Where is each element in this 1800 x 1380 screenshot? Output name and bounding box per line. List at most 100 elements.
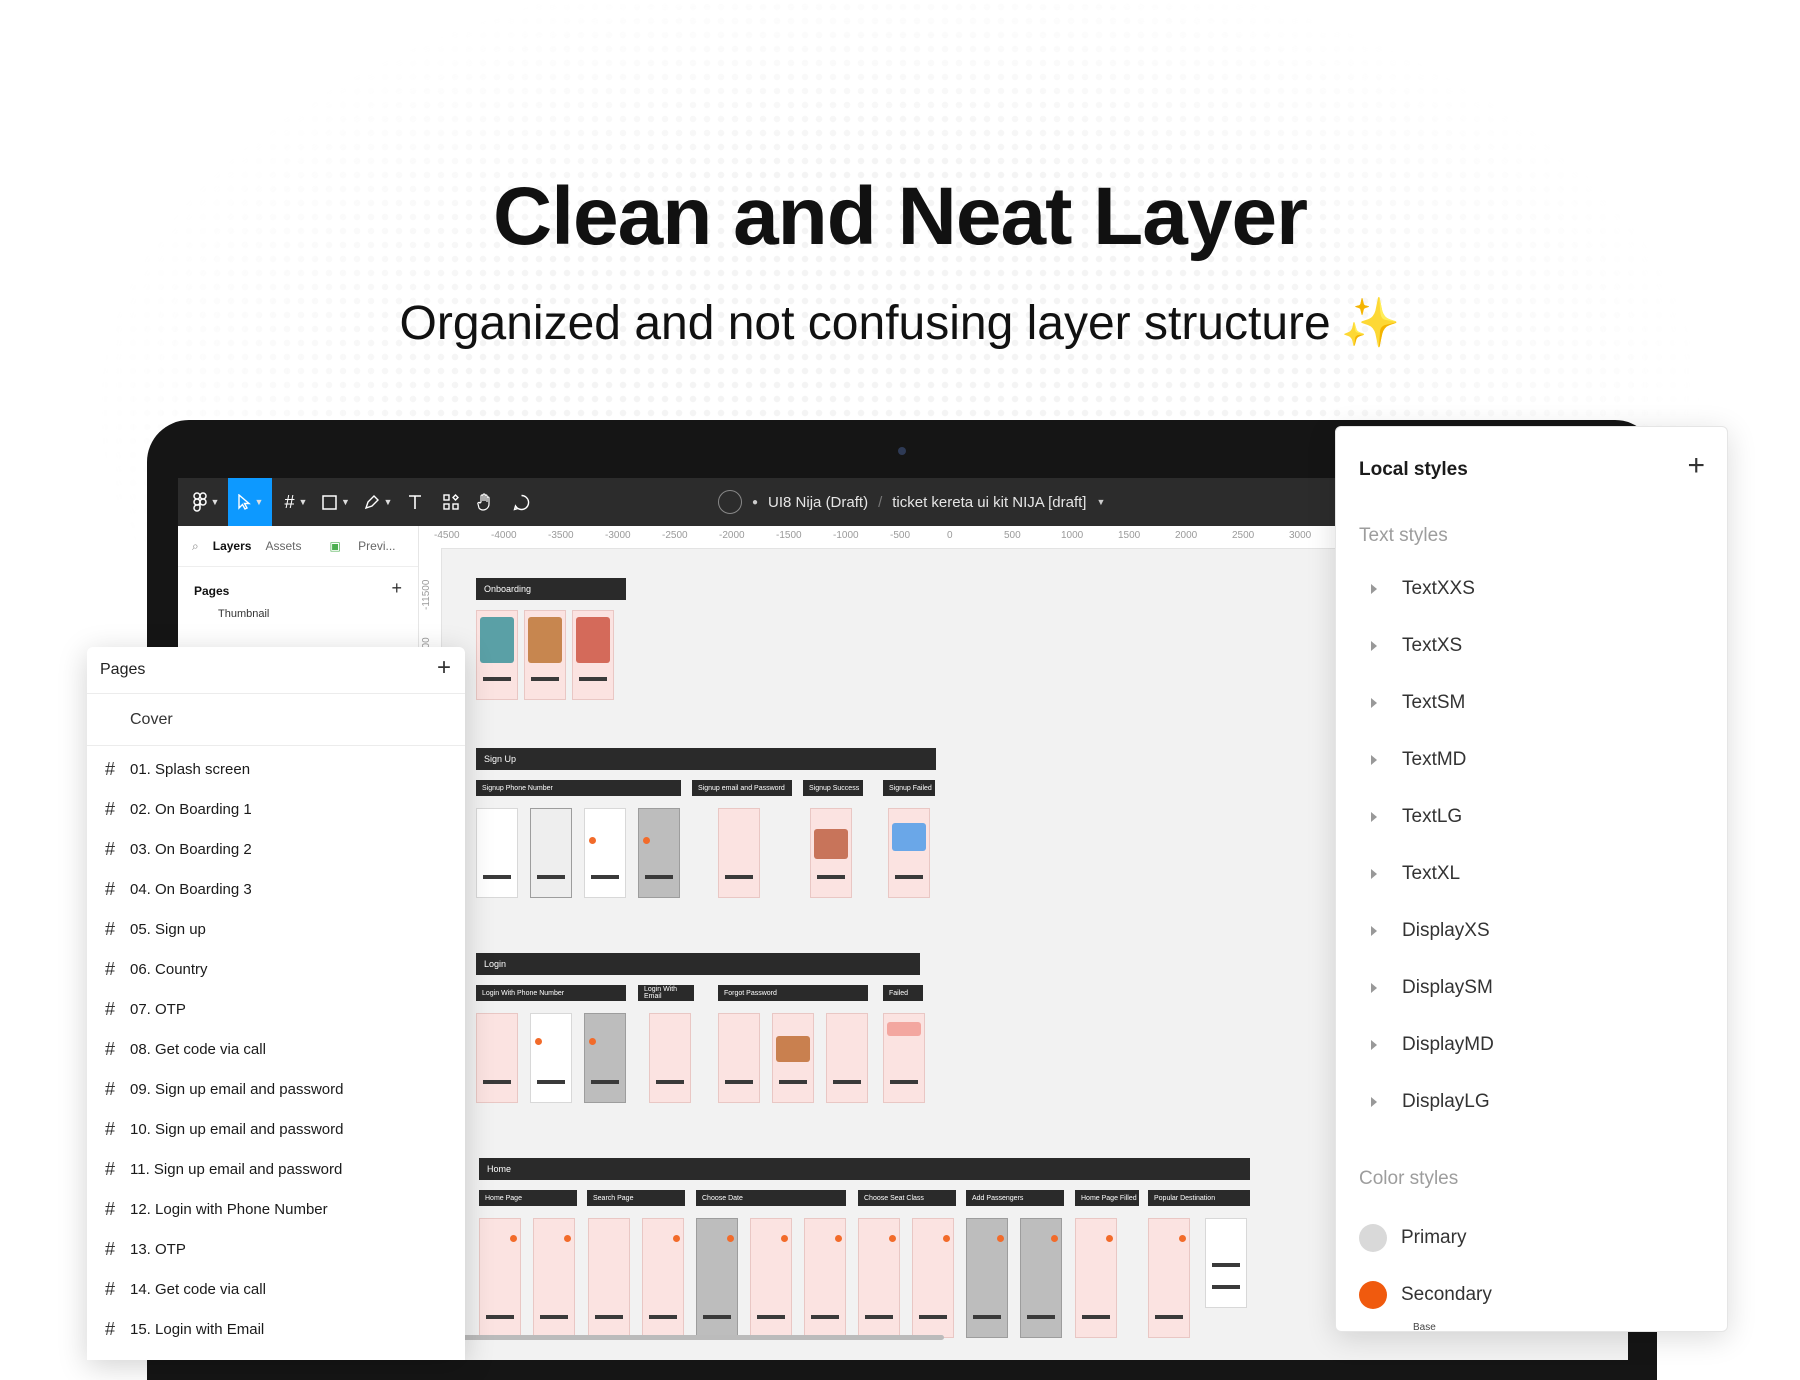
page-item[interactable]: #09. Sign up email and password <box>87 1073 465 1105</box>
subsection-choose-seat[interactable]: Choose Seat Class <box>858 1190 956 1206</box>
frame-thumbnail[interactable] <box>826 1013 868 1103</box>
search-icon[interactable]: ⌕ <box>192 539 199 554</box>
subsection-signup-success[interactable]: Signup Success <box>803 780 863 796</box>
frame-thumbnail[interactable] <box>966 1218 1008 1338</box>
frame-thumbnail[interactable] <box>696 1218 738 1338</box>
text-style-item[interactable]: TextXS <box>1336 626 1727 666</box>
frame-tool-button[interactable]: # ▼ <box>278 478 314 526</box>
subsection-login-email[interactable]: Login With Email <box>638 985 694 1001</box>
caret-right-icon[interactable] <box>1371 812 1377 822</box>
frame-thumbnail[interactable] <box>530 808 572 898</box>
frame-thumbnail[interactable] <box>638 808 680 898</box>
page-item[interactable]: #05. Sign up <box>87 913 465 945</box>
page-item[interactable]: #04. On Boarding 3 <box>87 873 465 905</box>
frame-thumbnail[interactable] <box>572 610 614 700</box>
frame-thumbnail[interactable] <box>718 808 760 898</box>
page-item[interactable]: #06. Country <box>87 953 465 985</box>
shape-tool-button[interactable]: ▼ <box>318 478 354 526</box>
frame-thumbnail[interactable] <box>584 808 626 898</box>
section-login[interactable]: Login <box>476 953 920 975</box>
frame-thumbnail[interactable] <box>718 1013 760 1103</box>
page-item[interactable]: #10. Sign up email and password <box>87 1113 465 1145</box>
subsection-home-filled[interactable]: Home Page Filled <box>1075 1190 1139 1206</box>
text-style-item[interactable]: TextMD <box>1336 740 1727 780</box>
main-menu-button[interactable]: ▼ <box>186 478 226 526</box>
subsection-popular-destination[interactable]: Popular Destination <box>1148 1190 1250 1206</box>
caret-right-icon[interactable] <box>1371 698 1377 708</box>
frame-thumbnail[interactable] <box>888 808 930 898</box>
add-page-icon[interactable]: + <box>391 578 402 599</box>
style-item-base[interactable]: Base <box>1413 1322 1436 1331</box>
page-item[interactable]: #13. OTP <box>87 1233 465 1265</box>
add-page-icon[interactable]: + <box>437 654 451 682</box>
text-style-item[interactable]: TextXL <box>1336 854 1727 894</box>
frame-thumbnail[interactable] <box>1075 1218 1117 1338</box>
move-tool-button[interactable]: ▼ <box>228 478 272 526</box>
pen-tool-button[interactable]: ▼ <box>360 478 396 526</box>
page-item[interactable]: #03. On Boarding 2 <box>87 833 465 865</box>
subsection-login-failed[interactable]: Failed <box>883 985 923 1001</box>
frame-thumbnail[interactable] <box>1020 1218 1062 1338</box>
page-item[interactable]: #07. OTP <box>87 993 465 1025</box>
tab-preview[interactable]: ▣ Previ... <box>315 539 395 553</box>
subsection-signup-phone[interactable]: Signup Phone Number <box>476 780 681 796</box>
section-sign-up[interactable]: Sign Up <box>476 748 936 770</box>
subsection-signup-email[interactable]: Signup email and Password <box>692 780 792 796</box>
subsection-login-phone[interactable]: Login With Phone Number <box>476 985 626 1001</box>
frame-thumbnail[interactable] <box>642 1218 684 1338</box>
subsection-choose-date[interactable]: Choose Date <box>696 1190 846 1206</box>
avatar[interactable] <box>718 490 742 514</box>
section-home[interactable]: Home <box>479 1158 1250 1180</box>
frame-thumbnail[interactable] <box>476 1013 518 1103</box>
subsection-signup-failed[interactable]: Signup Failed <box>883 780 935 796</box>
text-tool-button[interactable] <box>400 478 430 526</box>
resources-button[interactable] <box>436 478 466 526</box>
page-item[interactable]: #08. Get code via call <box>87 1033 465 1065</box>
frame-thumbnail[interactable] <box>772 1013 814 1103</box>
page-item[interactable]: #01. Splash screen <box>87 753 465 785</box>
caret-right-icon[interactable] <box>1371 1040 1377 1050</box>
frame-thumbnail[interactable] <box>476 808 518 898</box>
frame-thumbnail[interactable] <box>883 1013 925 1103</box>
text-style-item[interactable]: TextXXS <box>1336 569 1727 609</box>
tab-assets[interactable]: Assets <box>265 539 301 553</box>
caret-right-icon[interactable] <box>1371 584 1377 594</box>
subsection-forgot-password[interactable]: Forgot Password <box>718 985 868 1001</box>
text-style-item[interactable]: TextSM <box>1336 683 1727 723</box>
page-item[interactable]: #11. Sign up email and password <box>87 1153 465 1185</box>
comment-tool-button[interactable] <box>506 478 536 526</box>
page-item[interactable]: #12. Login with Phone Number <box>87 1193 465 1225</box>
frame-thumbnail[interactable] <box>804 1218 846 1338</box>
frame-thumbnail[interactable] <box>479 1218 521 1338</box>
caret-right-icon[interactable] <box>1371 983 1377 993</box>
subsection-home-page[interactable]: Home Page <box>479 1190 577 1206</box>
frame-thumbnail[interactable] <box>524 610 566 700</box>
text-style-item[interactable]: DisplayMD <box>1336 1025 1727 1065</box>
caret-right-icon[interactable] <box>1371 641 1377 651</box>
text-style-item[interactable]: DisplaySM <box>1336 968 1727 1008</box>
frame-thumbnail[interactable] <box>912 1218 954 1338</box>
hand-tool-button[interactable] <box>470 478 500 526</box>
frame-thumbnail[interactable] <box>750 1218 792 1338</box>
horizontal-scrollbar[interactable] <box>424 1335 944 1340</box>
subsection-search-page[interactable]: Search Page <box>587 1190 685 1206</box>
frame-thumbnail[interactable] <box>649 1013 691 1103</box>
tab-layers[interactable]: Layers <box>213 539 252 553</box>
frame-thumbnail[interactable] <box>530 1013 572 1103</box>
page-item[interactable]: #15. Login with Email <box>87 1313 465 1345</box>
frame-thumbnail[interactable] <box>476 610 518 700</box>
color-style-item[interactable]: Primary <box>1336 1218 1727 1258</box>
caret-right-icon[interactable] <box>1371 1097 1377 1107</box>
add-style-icon[interactable]: + <box>1687 449 1705 483</box>
chevron-down-icon[interactable]: ▼ <box>1096 497 1105 507</box>
caret-right-icon[interactable] <box>1371 926 1377 936</box>
section-onboarding[interactable]: Onboarding <box>476 578 626 600</box>
page-item-thumbnail[interactable]: Thumbnail <box>218 608 269 620</box>
frame-thumbnail[interactable] <box>858 1218 900 1338</box>
frame-thumbnail[interactable] <box>1205 1218 1247 1308</box>
text-style-item[interactable]: DisplayXS <box>1336 911 1727 951</box>
page-item-cover[interactable]: Cover <box>130 711 173 729</box>
subsection-add-passengers[interactable]: Add Passengers <box>966 1190 1064 1206</box>
file-team[interactable]: UI8 Nija (Draft) <box>768 494 868 511</box>
text-style-item[interactable]: DisplayLG <box>1336 1082 1727 1122</box>
